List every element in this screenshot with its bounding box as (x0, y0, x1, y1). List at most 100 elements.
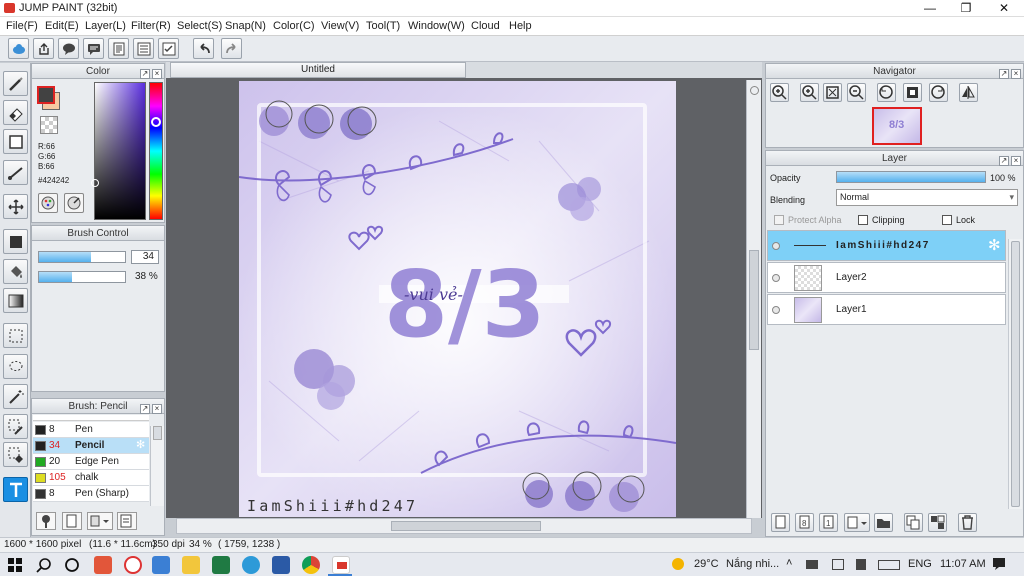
new-8bit-layer-button[interactable]: 8 (795, 513, 814, 532)
picker-cursor[interactable] (91, 179, 99, 187)
color-picker-button[interactable] (64, 193, 84, 213)
new-layer-button[interactable] (771, 513, 790, 532)
app-taskbar-icon[interactable] (124, 556, 142, 574)
panel-float-icon[interactable]: ↗ (140, 404, 150, 414)
weather-temperature[interactable]: 29°C (694, 558, 719, 570)
computer-taskbar-icon[interactable] (152, 556, 170, 574)
brush-item-pen[interactable]: 8 Pen (33, 422, 149, 438)
bucket-tool[interactable] (3, 259, 28, 284)
menu-select[interactable]: Select(S) (177, 20, 222, 32)
move-tool[interactable] (3, 194, 28, 219)
excel-taskbar-icon[interactable] (212, 556, 230, 574)
undo-button[interactable] (193, 38, 214, 59)
chevron-up-icon[interactable]: ˄ (786, 557, 792, 569)
menu-file[interactable]: File(F) (6, 20, 38, 32)
brush-size-slider[interactable] (38, 251, 126, 263)
brush-item-pencil[interactable]: 34 Pencil ✻ (33, 438, 149, 454)
gradient-tool[interactable] (3, 288, 28, 313)
layer-visibility-toggle[interactable] (772, 242, 780, 250)
layer-row[interactable]: IamShiii#hd247 ✻ (767, 230, 1006, 261)
horizontal-scroll-thumb[interactable] (391, 521, 541, 531)
blending-select[interactable]: Normal ▾ (836, 189, 1018, 206)
lock-checkbox[interactable] (942, 215, 952, 225)
lasso-tool[interactable] (3, 354, 28, 379)
navigator-preview[interactable]: 8/3 (872, 107, 922, 145)
search-icon[interactable] (36, 557, 52, 573)
gear-icon[interactable]: ✻ (988, 236, 1001, 254)
hue-slider[interactable] (149, 82, 163, 220)
notification-icon[interactable] (992, 557, 1006, 571)
layer-row[interactable]: Layer1 (767, 294, 1006, 325)
menu-layer[interactable]: Layer(L) (85, 20, 126, 32)
duplicate-layer-button[interactable] (904, 513, 923, 532)
panel-close-icon[interactable]: × (1011, 156, 1021, 166)
redo-button[interactable] (221, 38, 242, 59)
protect-alpha-checkbox[interactable] (774, 215, 784, 225)
menu-tool[interactable]: Tool(T) (366, 20, 400, 32)
comment-button[interactable] (58, 38, 79, 59)
rectangle-tool[interactable] (3, 129, 28, 154)
flip-button[interactable] (959, 83, 978, 102)
system-tray-icon[interactable] (806, 560, 818, 569)
saturation-value-picker[interactable] (91, 82, 146, 220)
rotate-left-button[interactable] (877, 83, 896, 102)
list-button[interactable] (133, 38, 154, 59)
menu-view[interactable]: View(V) (321, 20, 359, 32)
menu-filter[interactable]: Filter(R) (131, 20, 171, 32)
canvas-vertical-scrollbar[interactable] (746, 80, 761, 518)
word-taskbar-icon[interactable] (272, 556, 290, 574)
panel-float-icon[interactable]: ↗ (999, 156, 1009, 166)
clipping-checkbox[interactable] (858, 215, 868, 225)
chrome-taskbar-icon[interactable] (302, 556, 320, 574)
hue-handle[interactable] (151, 117, 161, 127)
chat-button[interactable] (83, 38, 104, 59)
menu-cloud[interactable]: Cloud (471, 20, 500, 32)
layer-visibility-toggle[interactable] (772, 274, 780, 282)
brush-item-pen-sharp[interactable]: 8 Pen (Sharp) (33, 486, 149, 502)
eraser-tool[interactable] (3, 100, 28, 125)
text-tool[interactable] (3, 477, 28, 502)
select-pen-tool[interactable] (3, 414, 28, 439)
checklist-button[interactable] (158, 38, 179, 59)
gear-icon[interactable]: ✻ (136, 438, 145, 453)
powerpoint-taskbar-icon[interactable] (94, 556, 112, 574)
panel-close-icon[interactable]: × (152, 69, 162, 79)
brush-tree-button[interactable] (36, 512, 56, 530)
merge-layer-button[interactable] (928, 513, 947, 532)
clock[interactable]: 11:07 AM (940, 558, 986, 570)
edge-taskbar-icon[interactable] (242, 556, 260, 574)
line-tool[interactable] (3, 160, 28, 185)
magic-wand-tool[interactable] (3, 384, 28, 409)
network-icon[interactable] (832, 559, 844, 570)
brush-tool[interactable] (3, 71, 28, 96)
minimize-button[interactable]: — (912, 0, 948, 17)
task-view-icon[interactable] (64, 557, 80, 573)
reset-view-button[interactable] (903, 83, 922, 102)
fill-rect-tool[interactable] (3, 229, 28, 254)
panel-float-icon[interactable]: ↗ (140, 69, 150, 79)
panel-close-icon[interactable]: × (1011, 69, 1021, 79)
menu-color[interactable]: Color(C) (273, 20, 315, 32)
transparent-color-swatch[interactable] (40, 116, 58, 134)
brush-settings-button[interactable] (117, 512, 137, 530)
foreground-color-swatch[interactable] (37, 86, 55, 104)
share-button[interactable] (33, 38, 54, 59)
zoom-out-button[interactable] (847, 83, 866, 102)
layer-list-scrollbar[interactable] (1008, 239, 1022, 509)
brush-item-chalk[interactable]: 105 chalk (33, 470, 149, 486)
drawing-canvas[interactable]: 8/3 -vui vẻ- (239, 81, 676, 517)
scroll-up-button[interactable] (750, 86, 759, 95)
language-indicator[interactable]: ENG (908, 558, 932, 570)
panel-float-icon[interactable]: ↗ (999, 69, 1009, 79)
brush-size-value[interactable]: 34 (131, 250, 159, 264)
speaker-icon[interactable] (856, 559, 866, 570)
fit-screen-button[interactable] (823, 83, 842, 102)
select-rect-tool[interactable] (3, 323, 28, 348)
weather-condition[interactable]: Nắng nhi... (726, 558, 779, 570)
keyboard-icon[interactable] (878, 560, 900, 570)
file-explorer-taskbar-icon[interactable] (182, 556, 200, 574)
document-button[interactable] (108, 38, 129, 59)
canvas-horizontal-scrollbar[interactable] (176, 518, 752, 534)
zoom-in-2-button[interactable] (800, 83, 819, 102)
delete-layer-button[interactable] (958, 513, 977, 532)
